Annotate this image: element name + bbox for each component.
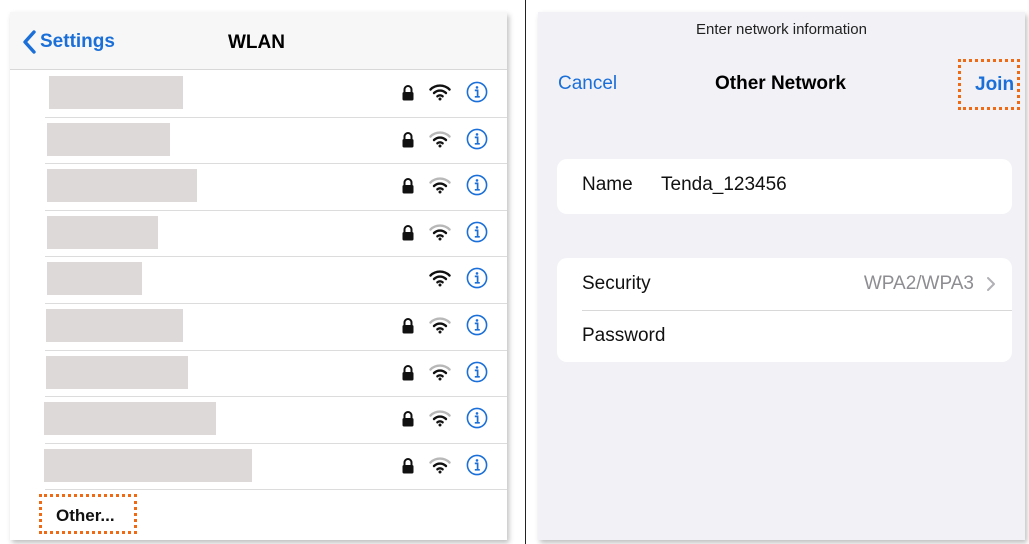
redacted-network-name	[47, 262, 142, 296]
network-list	[10, 71, 507, 491]
other-network-label: Other...	[56, 506, 115, 525]
redacted-network-name	[47, 215, 158, 249]
password-field[interactable]: Password	[557, 311, 1012, 362]
info-icon[interactable]	[466, 454, 488, 476]
network-row[interactable]	[45, 351, 507, 398]
info-icon[interactable]	[466, 407, 488, 429]
lock-icon	[402, 457, 414, 474]
security-label: Security	[582, 273, 651, 294]
redacted-network-name	[46, 308, 183, 342]
wifi-icon	[429, 177, 451, 194]
info-icon[interactable]	[466, 267, 488, 289]
network-row[interactable]	[45, 211, 507, 258]
other-network-button[interactable]: Other...	[39, 494, 137, 534]
wifi-icon	[429, 84, 451, 101]
security-value: WPA2/WPA3	[863, 273, 974, 294]
panel-divider	[525, 0, 526, 544]
redacted-network-name	[44, 448, 252, 482]
redacted-network-name	[44, 402, 216, 436]
network-row[interactable]	[44, 397, 507, 444]
info-icon[interactable]	[466, 174, 488, 196]
network-name-field[interactable]: Tenda_123456	[661, 174, 787, 196]
wifi-icon	[429, 364, 451, 381]
sheet-title: Other Network	[715, 73, 846, 94]
wifi-icon	[429, 457, 451, 474]
info-icon[interactable]	[466, 361, 488, 383]
wifi-icon	[429, 224, 451, 241]
chevron-right-icon	[987, 277, 995, 291]
network-row[interactable]	[45, 304, 507, 351]
network-row[interactable]	[45, 118, 507, 165]
wifi-icon	[429, 410, 451, 427]
join-button-label: Join	[975, 74, 1015, 95]
sheet-prompt: Enter network information	[696, 21, 867, 38]
wifi-icon	[429, 270, 451, 287]
redacted-network-name	[47, 122, 170, 156]
wifi-icon	[429, 317, 451, 334]
wifi-icon	[429, 131, 451, 148]
other-network-screen: Enter network information Cancel Other N…	[538, 12, 1025, 540]
redacted-network-name	[49, 76, 183, 109]
network-row[interactable]	[45, 257, 507, 304]
name-label: Name	[582, 174, 633, 195]
settings-back-button[interactable]: Settings	[22, 28, 115, 56]
lock-icon	[402, 178, 414, 194]
network-name-group: Name Tenda_123456	[557, 159, 1012, 214]
lock-icon	[402, 364, 414, 381]
network-row[interactable]	[44, 444, 507, 491]
lock-icon	[402, 85, 414, 101]
back-button-label: Settings	[40, 31, 115, 52]
info-icon[interactable]	[466, 81, 488, 103]
cancel-button[interactable]: Cancel	[558, 73, 617, 95]
info-icon[interactable]	[466, 221, 488, 243]
page-title: WLAN	[228, 32, 285, 53]
security-row[interactable]: Security WPA2/WPA3	[557, 258, 1012, 310]
chevron-left-icon	[23, 30, 36, 54]
wlan-screen: Settings WLAN Other...	[10, 12, 507, 540]
lock-icon	[402, 224, 414, 241]
security-group: Security WPA2/WPA3 Password	[557, 258, 1012, 362]
lock-icon	[402, 411, 414, 427]
redacted-network-name	[46, 355, 188, 389]
lock-icon	[402, 317, 414, 334]
info-icon[interactable]	[466, 314, 488, 336]
lock-icon	[402, 131, 414, 148]
redacted-network-name	[47, 169, 197, 203]
info-icon[interactable]	[466, 128, 488, 150]
wlan-nav-bar: Settings WLAN	[10, 12, 507, 70]
password-label: Password	[582, 325, 666, 346]
network-row[interactable]	[45, 71, 507, 118]
network-row[interactable]	[45, 164, 507, 211]
join-button[interactable]: Join	[958, 59, 1020, 110]
